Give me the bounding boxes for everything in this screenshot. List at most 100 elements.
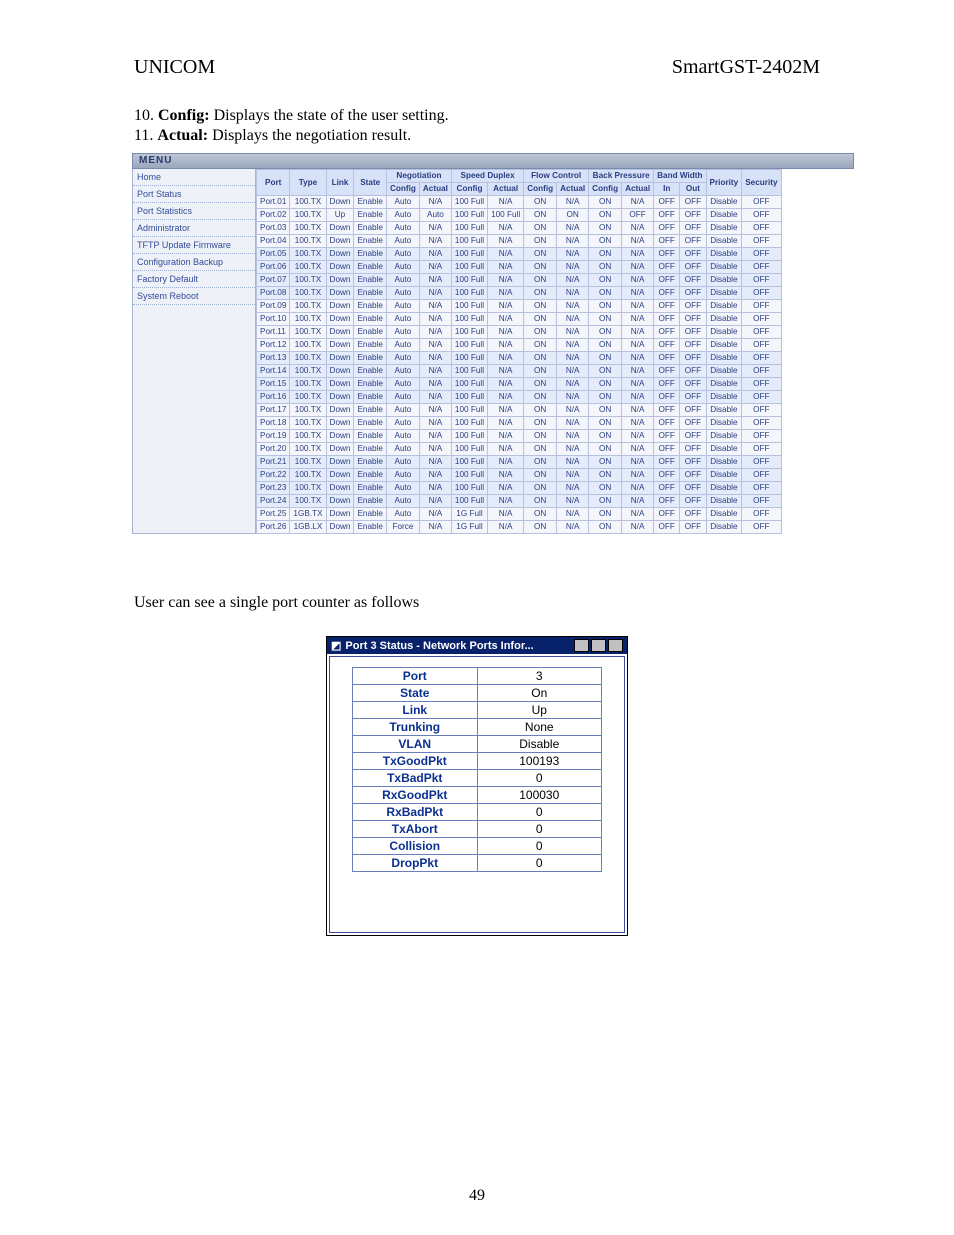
menu-item[interactable]: Port Status (133, 186, 255, 203)
table-cell: ON (589, 443, 622, 456)
table-cell[interactable]: Port.15 (257, 378, 290, 391)
table-cell: N/A (622, 404, 654, 417)
table-cell: Enable (354, 222, 387, 235)
table-cell: 100 Full (451, 495, 487, 508)
table-cell[interactable]: Port.23 (257, 482, 290, 495)
minimize-icon[interactable] (574, 639, 589, 652)
table-cell[interactable]: Port.26 (257, 521, 290, 534)
table-cell: N/A (557, 417, 589, 430)
table-cell[interactable]: Port.10 (257, 313, 290, 326)
table-cell: OFF (742, 430, 781, 443)
port-counter-table: Port3StateOnLinkUpTrunkingNoneVLANDisabl… (352, 667, 602, 872)
table-cell: Auto (386, 222, 419, 235)
table-cell[interactable]: Port.13 (257, 352, 290, 365)
table-cell: N/A (622, 469, 654, 482)
table-cell: 100.TX (290, 196, 326, 209)
menu-item[interactable]: System Reboot (133, 288, 255, 305)
table-cell: 100.TX (290, 456, 326, 469)
counter-value: 3 (477, 668, 602, 685)
table-cell: ON (589, 326, 622, 339)
table-cell: Auto (386, 495, 419, 508)
table-cell: OFF (654, 326, 680, 339)
table-cell: Enable (354, 326, 387, 339)
close-icon[interactable] (608, 639, 623, 652)
table-cell: N/A (557, 326, 589, 339)
table-cell[interactable]: Port.19 (257, 430, 290, 443)
menu-item[interactable]: Port Statistics (133, 203, 255, 220)
table-cell[interactable]: Port.01 (257, 196, 290, 209)
table-cell: N/A (488, 443, 524, 456)
table-cell: Disable (706, 261, 742, 274)
table-cell: 100 Full (451, 196, 487, 209)
table-cell: 100.TX (290, 469, 326, 482)
table-cell: Enable (354, 469, 387, 482)
col-header: Negotiation (386, 170, 451, 183)
table-cell: 100 Full (451, 430, 487, 443)
table-cell[interactable]: Port.08 (257, 287, 290, 300)
table-cell[interactable]: Port.24 (257, 495, 290, 508)
table-cell[interactable]: Port.25 (257, 508, 290, 521)
table-cell: Disable (706, 209, 742, 222)
table-cell[interactable]: Port.18 (257, 417, 290, 430)
table-row: Port.05100.TXDownEnableAutoN/A100 FullN/… (257, 248, 782, 261)
menu-item[interactable]: TFTP Update Firmware (133, 237, 255, 254)
table-row: Port.13100.TXDownEnableAutoN/A100 FullN/… (257, 352, 782, 365)
table-cell[interactable]: Port.12 (257, 339, 290, 352)
table-cell: N/A (557, 248, 589, 261)
table-cell[interactable]: Port.03 (257, 222, 290, 235)
table-cell: Disable (706, 404, 742, 417)
col-header: Type (290, 170, 326, 196)
table-cell: OFF (680, 430, 706, 443)
table-cell: N/A (488, 404, 524, 417)
table-cell: N/A (622, 196, 654, 209)
menu-item[interactable]: Home (133, 169, 255, 186)
table-cell: OFF (680, 417, 706, 430)
table-cell: OFF (680, 287, 706, 300)
table-cell[interactable]: Port.02 (257, 209, 290, 222)
table-cell: ON (524, 495, 557, 508)
table-cell[interactable]: Port.04 (257, 235, 290, 248)
table-cell[interactable]: Port.16 (257, 391, 290, 404)
table-cell: Disable (706, 482, 742, 495)
table-cell[interactable]: Port.17 (257, 404, 290, 417)
table-cell: OFF (654, 521, 680, 534)
port-status-app: MENU HomePort StatusPort StatisticsAdmin… (132, 153, 820, 534)
table-cell[interactable]: Port.21 (257, 456, 290, 469)
table-cell: Enable (354, 339, 387, 352)
table-cell: OFF (680, 300, 706, 313)
table-cell[interactable]: Port.22 (257, 469, 290, 482)
table-cell: Disable (706, 222, 742, 235)
table-cell: N/A (419, 326, 451, 339)
table-cell[interactable]: Port.11 (257, 326, 290, 339)
table-cell: Enable (354, 417, 387, 430)
table-cell: N/A (622, 248, 654, 261)
maximize-icon[interactable] (591, 639, 606, 652)
table-cell[interactable]: Port.14 (257, 365, 290, 378)
table-row: Port.03100.TXDownEnableAutoN/A100 FullN/… (257, 222, 782, 235)
menu-item[interactable]: Administrator (133, 220, 255, 237)
table-cell: ON (589, 261, 622, 274)
table-cell[interactable]: Port.07 (257, 274, 290, 287)
table-row: Port.09100.TXDownEnableAutoN/A100 FullN/… (257, 300, 782, 313)
menu-item[interactable]: Factory Default (133, 271, 255, 288)
table-cell: N/A (557, 404, 589, 417)
table-cell: ON (557, 209, 589, 222)
table-cell[interactable]: Port.05 (257, 248, 290, 261)
table-cell: Auto (386, 391, 419, 404)
table-cell: 1GB.TX (290, 508, 326, 521)
table-cell: ON (589, 391, 622, 404)
table-cell: N/A (622, 274, 654, 287)
table-cell[interactable]: Port.09 (257, 300, 290, 313)
table-cell[interactable]: Port.06 (257, 261, 290, 274)
table-cell: OFF (654, 430, 680, 443)
table-cell: Down (326, 378, 354, 391)
table-cell: 100.TX (290, 300, 326, 313)
table-cell: N/A (557, 378, 589, 391)
table-cell: N/A (622, 391, 654, 404)
table-cell: Enable (354, 261, 387, 274)
menu-item[interactable]: Configuration Backup (133, 254, 255, 271)
table-cell[interactable]: Port.20 (257, 443, 290, 456)
table-cell: Enable (354, 482, 387, 495)
table-cell: OFF (742, 456, 781, 469)
table-cell: N/A (488, 274, 524, 287)
